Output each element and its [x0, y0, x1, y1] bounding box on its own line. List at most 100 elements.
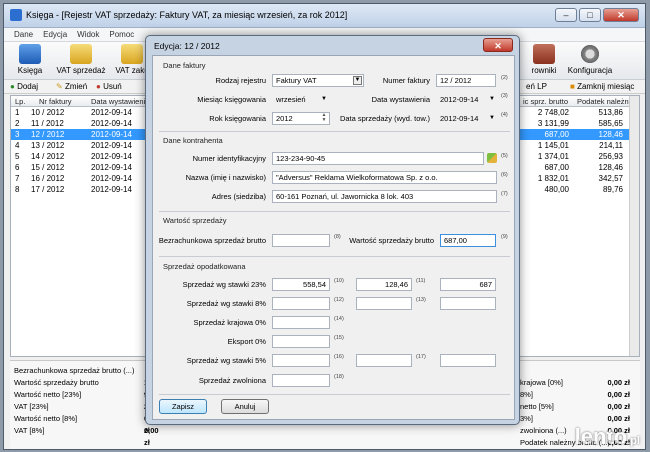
taxed-net-input[interactable]: [272, 354, 330, 367]
summary-label: 8%]: [520, 390, 533, 399]
invoice-number-input[interactable]: 12 / 2012: [436, 74, 496, 87]
close-button[interactable]: ✕: [603, 8, 639, 22]
delete-button[interactable]: ● Usuń: [96, 80, 122, 94]
contractor-name-input[interactable]: "Adversus" Reklama Wielkoformatowa Sp. z…: [272, 171, 497, 184]
taxed-row-label: Sprzedaż wg stawki 8%: [186, 299, 266, 308]
month-label: Miesiąc księgowania: [197, 95, 266, 104]
cell-vat: 128,46: [598, 163, 623, 172]
cell-lp: 8: [15, 185, 20, 194]
summary-row: VAT [8%] 0,00 zł: [14, 425, 164, 447]
dialog-title: Edycja: 12 / 2012: [154, 41, 220, 51]
cell-date: 2012-09-14: [91, 185, 132, 194]
taxed-net-input[interactable]: 558,54: [272, 278, 330, 291]
toolbar-pracownicy-button[interactable]: rowniki: [524, 44, 564, 75]
edit-dialog: Edycja: 12 / 2012 ✕ Dane faktury Rodzaj …: [145, 35, 520, 425]
issue-date-picker[interactable]: 2012-09-14 ▼: [436, 93, 498, 106]
year-spinner[interactable]: 2012 ▲ ▼: [272, 112, 330, 125]
taxed-net-input[interactable]: [272, 316, 330, 329]
summary-label: krajowa [0%]: [520, 378, 563, 387]
cell-nr: 11 / 2012: [31, 119, 64, 128]
divider: [159, 211, 510, 212]
taxed-gross-input[interactable]: 687: [440, 278, 496, 291]
sale-date-picker[interactable]: 2012-09-14 ▼: [436, 112, 498, 125]
cell-vat: 513,86: [598, 108, 623, 117]
toolbar-ksiega-button[interactable]: Księga: [10, 44, 50, 75]
vat-sales-icon: [70, 44, 92, 64]
add-button[interactable]: ● Dodaj: [10, 80, 38, 94]
vat-purchase-icon: [121, 44, 143, 64]
cell-brutto: 1 145,01: [537, 141, 569, 150]
taxed-row-label: Sprzedaż wg stawki 23%: [182, 280, 266, 289]
edit-button[interactable]: ✎ Zmień: [56, 80, 87, 94]
cell-nr: 14 / 2012: [31, 152, 65, 161]
minimize-button[interactable]: –: [555, 8, 577, 22]
taxed-vat-input[interactable]: [356, 297, 412, 310]
cell-lp: 4: [15, 141, 20, 150]
cell-nr: 12 / 2012: [31, 130, 65, 139]
dialog-body: Dane faktury Rodzaj rejestru Faktury VAT…: [152, 55, 515, 420]
toolbar-konfiguracja-button[interactable]: Konfiguracja: [562, 44, 618, 75]
taxed-vat-input[interactable]: [356, 354, 412, 367]
cell-vat: 89,76: [602, 185, 623, 194]
taxed-gross-input[interactable]: [440, 297, 496, 310]
save-button[interactable]: Zapisz: [159, 399, 207, 414]
toolbar-vat-sprzedaz-button[interactable]: VAT sprzedaż: [56, 44, 106, 75]
table-scrollbar[interactable]: [629, 96, 639, 356]
contractor-address-input[interactable]: 60-161 Poznań, ul. Jawornicka 8 lok. 403: [272, 190, 497, 203]
chevron-down-icon: ▼: [321, 96, 327, 102]
group-taxed-title: Sprzedaż opodatkowana: [163, 262, 246, 271]
taxed-net-input[interactable]: [272, 297, 330, 310]
noncash-label: Bezrachunkowa sprzedaż brutto: [158, 236, 266, 245]
cell-vat: 128,46: [598, 130, 623, 139]
menu-pomoc[interactable]: Pomoc: [109, 28, 134, 41]
cell-date: 2012-09-14: [91, 119, 132, 128]
divider: [159, 394, 510, 395]
pencil-icon: ✎: [56, 82, 63, 91]
contractor-lookup-icon[interactable]: [487, 153, 497, 163]
nip-label: Numer identyfikacyjny: [192, 154, 266, 163]
cell-nr: 10 / 2012: [31, 108, 65, 117]
summary-value: 0,00 zł: [607, 378, 630, 387]
dialog-close-button[interactable]: ✕: [483, 38, 513, 52]
nip-input[interactable]: 123-234-90-45: [272, 152, 484, 165]
group-contractor-title: Dane kontrahenta: [163, 136, 223, 145]
menu-edycja[interactable]: Edycja: [43, 28, 67, 41]
issue-date-label: Data wystawienia: [371, 95, 430, 104]
year-label: Rok księgowania: [209, 114, 266, 123]
title-bar: Księga - [Rejestr VAT sprzedaży: Faktury…: [4, 4, 645, 28]
cell-date: 2012-09-14: [91, 174, 132, 183]
taxed-net-input[interactable]: [272, 335, 330, 348]
book-icon: [19, 44, 41, 64]
month-select[interactable]: wrzesień ▼: [272, 93, 330, 106]
gross-value-input[interactable]: 687,00: [440, 234, 496, 247]
chevron-down-icon: ▼: [489, 96, 495, 102]
app-icon: [10, 9, 22, 21]
close-month-button[interactable]: ■ Zamknij miesiąc: [570, 80, 634, 94]
summary-label: netto [5%]: [520, 402, 554, 411]
summary-row: VAT [23%]2: [14, 401, 164, 413]
cancel-button[interactable]: Anuluj: [221, 399, 269, 414]
cell-lp: 1: [15, 108, 20, 117]
summary-label: Wartość sprzedaży brutto: [14, 378, 99, 387]
maximize-button[interactable]: □: [579, 8, 601, 22]
delete-icon: ●: [96, 82, 101, 91]
employees-icon: [533, 44, 555, 64]
cell-nr: 16 / 2012: [31, 174, 65, 183]
chevron-down-icon: ▼: [489, 115, 495, 121]
taxed-vat-input[interactable]: 128,46: [356, 278, 412, 291]
menu-widok[interactable]: Widok: [77, 28, 99, 41]
noncash-input[interactable]: [272, 234, 330, 247]
summary-row: Wartość netto [23%]9: [14, 389, 164, 401]
taxed-gross-input[interactable]: [440, 354, 496, 367]
menu-dane[interactable]: Dane: [14, 28, 33, 41]
list-lp-button[interactable]: eń LP: [526, 80, 547, 94]
taxed-net-input[interactable]: [272, 374, 330, 387]
taxed-row-label: Sprzedaż wg stawki 5%: [186, 356, 266, 365]
taxed-row-label: Sprzedaż krajowa 0%: [193, 318, 266, 327]
taxed-row-label: Eksport 0%: [227, 337, 266, 346]
taxed-row-label: Sprzedaż zwolniona: [198, 376, 266, 385]
spinner-arrows-icon[interactable]: ▲ ▼: [320, 113, 328, 124]
lock-icon: ■: [570, 82, 575, 91]
register-select[interactable]: Faktury VAT ▼: [272, 74, 364, 87]
cell-lp: 5: [15, 152, 20, 161]
